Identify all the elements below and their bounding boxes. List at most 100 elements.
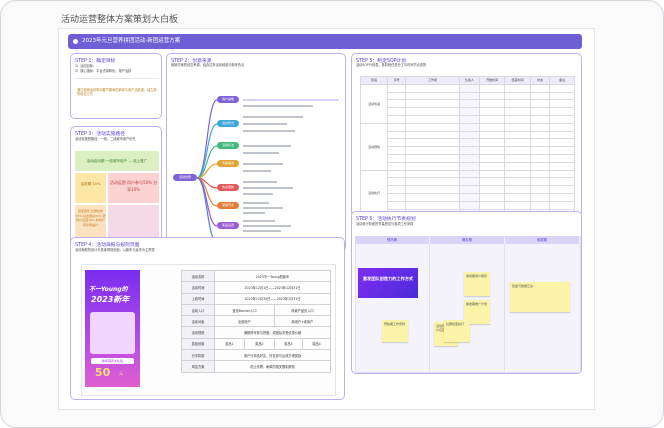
sop-cell (458, 146, 480, 155)
sop-row: 活动执行 (359, 169, 575, 216)
sop-row: 活动筹备 (359, 83, 575, 124)
step5-desc: 活动SOP计划表，各阶段任务分工与时间节点安排 (356, 63, 427, 67)
sop-cell (404, 146, 460, 155)
sop-cell (387, 161, 406, 171)
step6-card[interactable]: STEP 6：活动执行节奏规划 活动执行阶段的节奏把控与各项工作安排 预热期 爆… (351, 211, 582, 374)
sop-cell (387, 177, 406, 187)
rule-label: 活动名称 (181, 269, 215, 283)
sop-cell (478, 91, 506, 101)
sop-row (361, 114, 575, 124)
sop-cell (529, 185, 551, 194)
sop-cell (387, 153, 406, 163)
sop-cell (478, 130, 506, 140)
mindmap-leaf (243, 212, 265, 214)
mindmap-leaf (243, 220, 275, 222)
sop-cell (458, 185, 480, 194)
sop-cell (387, 130, 406, 140)
step5-card[interactable]: STEP 5：制定SOP计划 活动SOP计划表，各阶段任务分工与时间节点安排 阶… (351, 53, 582, 217)
sticky-note[interactable]: 预热期工作安排 (382, 320, 408, 342)
sop-cell (387, 83, 406, 93)
step3-title: STEP 3：活动实施路径 (75, 132, 126, 137)
mindmap-leaf (243, 163, 283, 165)
sop-table: 阶段 序号 工作项 负责人 开始时间 结束时间 状态 备注 活动筹备 活动预热 活动… (359, 76, 575, 216)
rule-value: 奖品1 (214, 337, 245, 351)
sop-col-header: 开始时间 (478, 76, 506, 85)
sop-row (361, 177, 575, 187)
sop-cell (404, 200, 460, 210)
mindmap-branch[interactable]: 热点借势 (217, 184, 239, 191)
sticky-note[interactable]: 社群裂变执行 (444, 320, 470, 342)
sop-phase: 活动执行 (359, 169, 389, 216)
poster-offer: 50 (95, 366, 111, 379)
sop-cell (387, 169, 406, 179)
sop-cell (478, 153, 506, 163)
mindmap-branch[interactable]: 传播渠道 (217, 160, 239, 167)
sop-cell (478, 99, 506, 109)
sop-cell (529, 161, 551, 171)
sop-row (361, 91, 575, 101)
board-header-title: 2023年元旦营养拼团活动·新团运营方案 (82, 38, 181, 44)
step3-block: 活动运营 用户参与50% 分享10% (108, 173, 159, 203)
mindmap-branch[interactable]: 活动玩法 (217, 142, 239, 149)
mindmap-branch[interactable]: 营销节点 (217, 202, 239, 209)
sop-cell (549, 185, 575, 194)
poster-badge: 新年营养大礼包 (91, 358, 134, 364)
rule-row: 奖品设置 奖品1 奖品2 奖品3 奖品4 (181, 337, 332, 351)
page-title: 活动运营整体方案策划大白板 (61, 15, 179, 25)
rule-row: 活动时间 2023年12月1日——2023年12月31日 (181, 281, 331, 294)
sop-cell (504, 192, 531, 202)
step3-block-empty (108, 205, 159, 237)
rule-value: 全部用户 (214, 315, 275, 328)
sop-cell (529, 91, 551, 101)
activity-poster[interactable]: 不一Young的 2023新年 新年营养大礼包 50 元 (85, 270, 140, 387)
sop-cell (458, 177, 480, 187)
sop-cell (504, 99, 531, 109)
step2-card[interactable]: STEP 2：创意来源 营销方案的创意来源，结合往年活动经验与新年热点 活动创意… (166, 53, 346, 252)
sop-cell (458, 138, 480, 148)
mindmap-branch[interactable]: 活动形式 (217, 120, 239, 127)
sop-row (361, 99, 575, 109)
rule-row: 活动规则 满额即可参与拼团，成团后享受优惠价格 (181, 326, 331, 339)
whiteboard[interactable]: 2023年元旦营养拼团活动·新团运营方案 STEP 1：确定目标 1）活动目标：… (58, 28, 595, 410)
kanban-poster[interactable]: 激发团队创造力的工作方式 (358, 268, 418, 298)
rule-row: 分享机制 用户分享给好友，好友参与后双方得奖励 (181, 349, 331, 362)
sop-cell (458, 130, 480, 140)
step3-block: 活动启动期 一线城市用户 — 线上推广 (75, 151, 159, 171)
sop-row (361, 107, 575, 116)
app-window: 活动运营整体方案策划大白板 2023年元旦营养拼团活动·新团运营方案 STEP … (0, 0, 664, 428)
sop-cell (549, 161, 575, 171)
sticky-note[interactable]: 复盘与数据汇总 (510, 282, 570, 312)
rule-value: 奖品2 (243, 337, 275, 351)
sop-cell (387, 185, 406, 194)
sop-cell (504, 91, 531, 101)
sop-cell (529, 138, 551, 148)
sop-cell (404, 177, 460, 187)
step4-card[interactable]: STEP 4：活动海报与规则页面 活动海报的设计与具体规则页面，以新年元素作为主… (70, 237, 345, 400)
sop-cell (458, 83, 480, 93)
rule-label: 奖品设置 (181, 337, 215, 351)
sop-cell (387, 122, 406, 132)
rule-value: 2023年12月1日——2023年12月31日 (214, 281, 331, 294)
mindmap-branch[interactable]: 用户画像 (217, 96, 239, 103)
step1-card[interactable]: STEP 1：确定目标 1）活动目标： 2）核心指标：平台流量转化、用户活跃 通… (70, 53, 162, 119)
sop-cell (529, 200, 551, 210)
sop-cell (529, 130, 551, 140)
sop-cell (478, 114, 506, 124)
sop-cell (529, 83, 551, 93)
sticky-note[interactable]: 收尾期用户留存 (464, 272, 490, 296)
sop-col-header: 负责人 (458, 76, 480, 85)
rule-label: 上线时间 (181, 292, 215, 305)
rule-row: 风控方案 防止作弊、刷单的相关限制规则 (181, 360, 331, 373)
step6-title: STEP 6：活动执行节奏规划 (356, 217, 416, 222)
rule-value: 2023不一Young的新年 (214, 269, 331, 283)
sop-cell (478, 200, 506, 210)
mindmap-branch[interactable]: 奖品设置 (217, 222, 239, 229)
step6-desc: 活动执行阶段的节奏把控与各项工作安排 (356, 222, 414, 226)
sop-cell (387, 146, 406, 155)
mindmap-leaf (243, 152, 279, 154)
mindmap-center[interactable]: 活动创意 (173, 174, 197, 181)
mindmap-leaf (243, 193, 273, 195)
step3-card[interactable]: STEP 3：活动实施路径 活动实施的路径：一线、二线城市用户优先 活动启动期 … (70, 126, 162, 252)
sop-cell (529, 169, 551, 179)
sop-cell (549, 200, 575, 210)
